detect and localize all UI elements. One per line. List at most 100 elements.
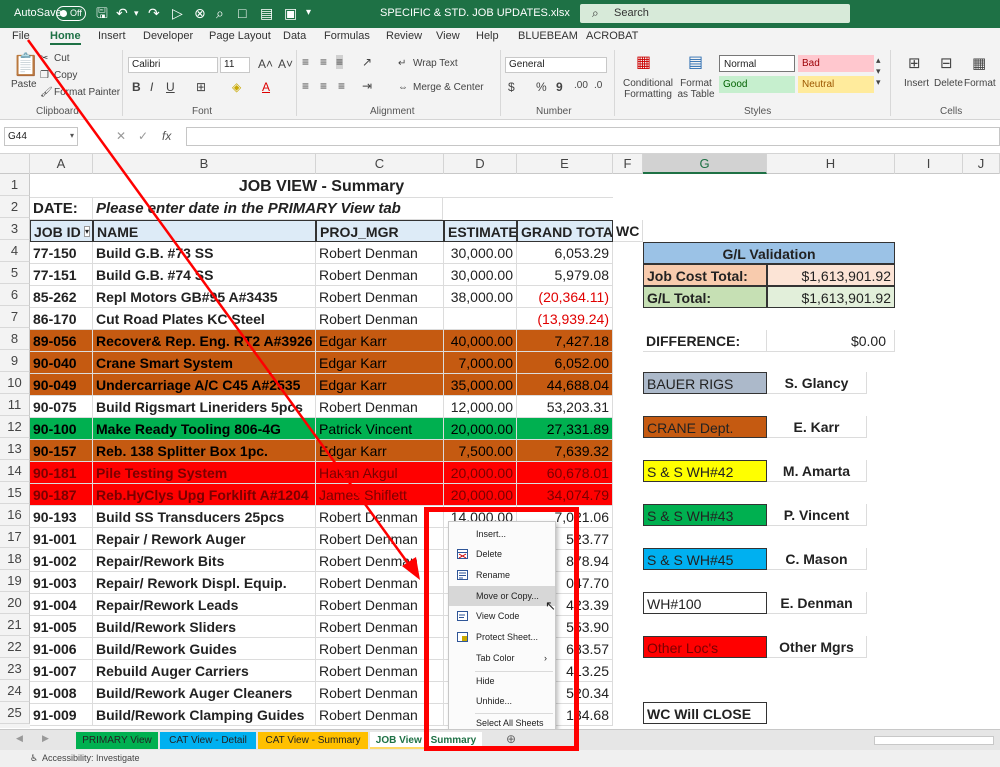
cell-proj-mgr[interactable]: Robert Denman [316, 660, 444, 682]
ctx-move-or-copy[interactable]: Move or Copy... [449, 586, 555, 606]
job-cost-total-label[interactable]: Job Cost Total: [643, 264, 767, 286]
row-header[interactable]: 21 [0, 614, 30, 636]
cell-job-id[interactable]: 91-009 [30, 704, 93, 726]
merge-center-icon[interactable]: ⇔ [398, 82, 408, 93]
search-box[interactable]: ⌕ Search [580, 4, 850, 23]
cell-job-id[interactable]: 91-008 [30, 682, 93, 704]
merge-center-button[interactable]: Merge & Center [413, 82, 484, 93]
italic-icon[interactable]: I [150, 80, 153, 94]
stop-icon[interactable]: ⊗ [194, 5, 206, 21]
cell-job-name[interactable]: Cut Road Plates KC Steel [93, 308, 316, 330]
cell-job-name[interactable]: Repl Motors GB#95 A#3435 [93, 286, 316, 308]
cell-job-name[interactable]: Build Rigsmart Lineriders 5pcs [93, 396, 316, 418]
cell-proj-mgr[interactable]: Robert Denman [316, 616, 444, 638]
align-middle-icon[interactable]: ≡ [320, 55, 327, 69]
cell-grand-total[interactable]: 7,427.18 [517, 330, 613, 352]
cell-grand-total[interactable]: 60,678.01 [517, 462, 613, 484]
difference-label[interactable]: DIFFERENCE: [643, 330, 767, 352]
new-file-icon[interactable]: □ [238, 5, 246, 21]
cell-job-id[interactable]: 91-006 [30, 638, 93, 660]
row-header[interactable]: 13 [0, 438, 30, 460]
row-header[interactable]: 3 [0, 218, 30, 240]
cell-job-name[interactable]: Repair/Rework Leads [93, 594, 316, 616]
column-header[interactable]: E [517, 154, 613, 174]
enter-icon[interactable]: ✓ [138, 129, 148, 143]
cut-button[interactable]: Cut [54, 53, 70, 64]
cell-job-name[interactable]: Build SS Transducers 25pcs [93, 506, 316, 528]
cell-estimate[interactable]: 7,500.00 [444, 440, 517, 462]
cell-job-name[interactable]: Reb. 138 Splitter Box 1pc. [93, 440, 316, 462]
undo-dropdown-icon[interactable]: ▾ [134, 5, 139, 21]
job-cost-total-value[interactable]: $1,613,901.92 [767, 264, 895, 286]
legend-swatch-other[interactable]: Other Loc's [643, 636, 767, 658]
row-header[interactable]: 11 [0, 394, 30, 416]
style-good[interactable]: Good [719, 76, 795, 93]
tab-file[interactable]: File [12, 30, 30, 42]
cell-job-id[interactable]: 91-007 [30, 660, 93, 682]
row-header[interactable]: 9 [0, 350, 30, 372]
copy-button[interactable]: Copy [54, 70, 77, 81]
conditional-formatting-button[interactable]: Conditional Formatting [620, 78, 676, 100]
cell-proj-mgr[interactable]: Robert Denman [316, 594, 444, 616]
format-as-table-button[interactable]: Format as Table [676, 78, 716, 100]
accessibility-icon[interactable]: ♿ [30, 750, 38, 767]
insert-cells-button[interactable]: Insert [904, 78, 929, 89]
row-header[interactable]: 23 [0, 658, 30, 680]
cell-grand-total[interactable]: 53,203.31 [517, 396, 613, 418]
cell-job-name[interactable]: Build/Rework Clamping Guides [93, 704, 316, 726]
gl-total-value[interactable]: $1,613,901.92 [767, 286, 895, 308]
sheet-tab-cat-view-summary[interactable]: CAT View - Summary [258, 732, 368, 749]
cell-proj-mgr[interactable]: Hakan Akgul [316, 462, 444, 484]
cell-job-id[interactable]: 90-157 [30, 440, 93, 462]
sheet-tab-job-view-summary[interactable]: JOB View - Summary [370, 732, 482, 749]
bold-icon[interactable]: B [132, 80, 141, 94]
cell-job-name[interactable]: Build/Rework Auger Cleaners [93, 682, 316, 704]
date-label[interactable]: DATE: [30, 198, 93, 220]
cell-job-id[interactable]: 90-049 [30, 374, 93, 396]
cell-job-id[interactable]: 90-075 [30, 396, 93, 418]
cell-estimate[interactable]: 35,000.00 [444, 374, 517, 396]
indent-icon[interactable]: ⇥ [362, 79, 372, 93]
legend-manager[interactable]: E. Karr [767, 416, 867, 438]
legend-manager[interactable]: E. Denman [767, 592, 867, 614]
legend-swatch-bauer[interactable]: BAUER RIGS [643, 372, 767, 394]
sheet-title[interactable]: JOB VIEW - Summary [30, 176, 613, 198]
cell-job-name[interactable]: Recover& Rep. Eng. RT2 A#3926 [93, 330, 316, 352]
cell-proj-mgr[interactable]: Patrick Vincent [316, 418, 444, 440]
row-header[interactable]: 25 [0, 702, 30, 724]
font-size-select[interactable]: 11 [220, 57, 250, 73]
run-icon[interactable]: ▷ [172, 5, 183, 21]
cell-proj-mgr[interactable]: Edgar Karr [316, 374, 444, 396]
increase-decimal-icon[interactable]: .00 [574, 80, 588, 91]
wrap-text-icon[interactable]: ↵ [398, 58, 406, 69]
cell-proj-mgr[interactable]: James Shiflett [316, 484, 444, 506]
style-neutral[interactable]: Neutral [798, 76, 874, 93]
cell-proj-mgr[interactable]: Robert Denman [316, 264, 444, 286]
column-header[interactable]: G [643, 154, 767, 174]
legend-manager[interactable]: M. Amarta [767, 460, 867, 482]
select-all-corner[interactable] [0, 154, 30, 174]
cell-proj-mgr[interactable]: Edgar Karr [316, 440, 444, 462]
cell-estimate[interactable]: 30,000.00 [444, 264, 517, 286]
row-header[interactable]: 22 [0, 636, 30, 658]
column-header[interactable]: A [30, 154, 93, 174]
ctx-hide[interactable]: Hide [449, 671, 555, 691]
tab-formulas[interactable]: Formulas [324, 30, 370, 42]
borders-icon[interactable]: ⊞ [196, 80, 206, 94]
cell-proj-mgr[interactable]: Robert Denman [316, 682, 444, 704]
legend-manager[interactable]: C. Mason [767, 548, 867, 570]
cell-proj-mgr[interactable]: Robert Denman [316, 572, 444, 594]
legend-swatch-wh43[interactable]: S & S WH#43 [643, 504, 767, 526]
column-header[interactable]: F [613, 154, 643, 174]
cell-estimate[interactable]: 38,000.00 [444, 286, 517, 308]
cell-job-name[interactable]: Repair/ Rework Displ. Equip. [93, 572, 316, 594]
font-color-icon[interactable]: A [262, 80, 270, 94]
header-job-id[interactable]: JOB ID ▾ [30, 220, 93, 242]
row-header[interactable]: 18 [0, 548, 30, 570]
tab-review[interactable]: Review [386, 30, 422, 42]
cell-job-name[interactable]: Undercarriage A/C C45 A#2535 [93, 374, 316, 396]
autosave-toggle[interactable]: Off [56, 6, 86, 21]
horizontal-scrollbar[interactable] [874, 736, 994, 745]
column-header[interactable]: J [963, 154, 1000, 174]
cell-grand-total[interactable]: (13,939.24) [517, 308, 613, 330]
